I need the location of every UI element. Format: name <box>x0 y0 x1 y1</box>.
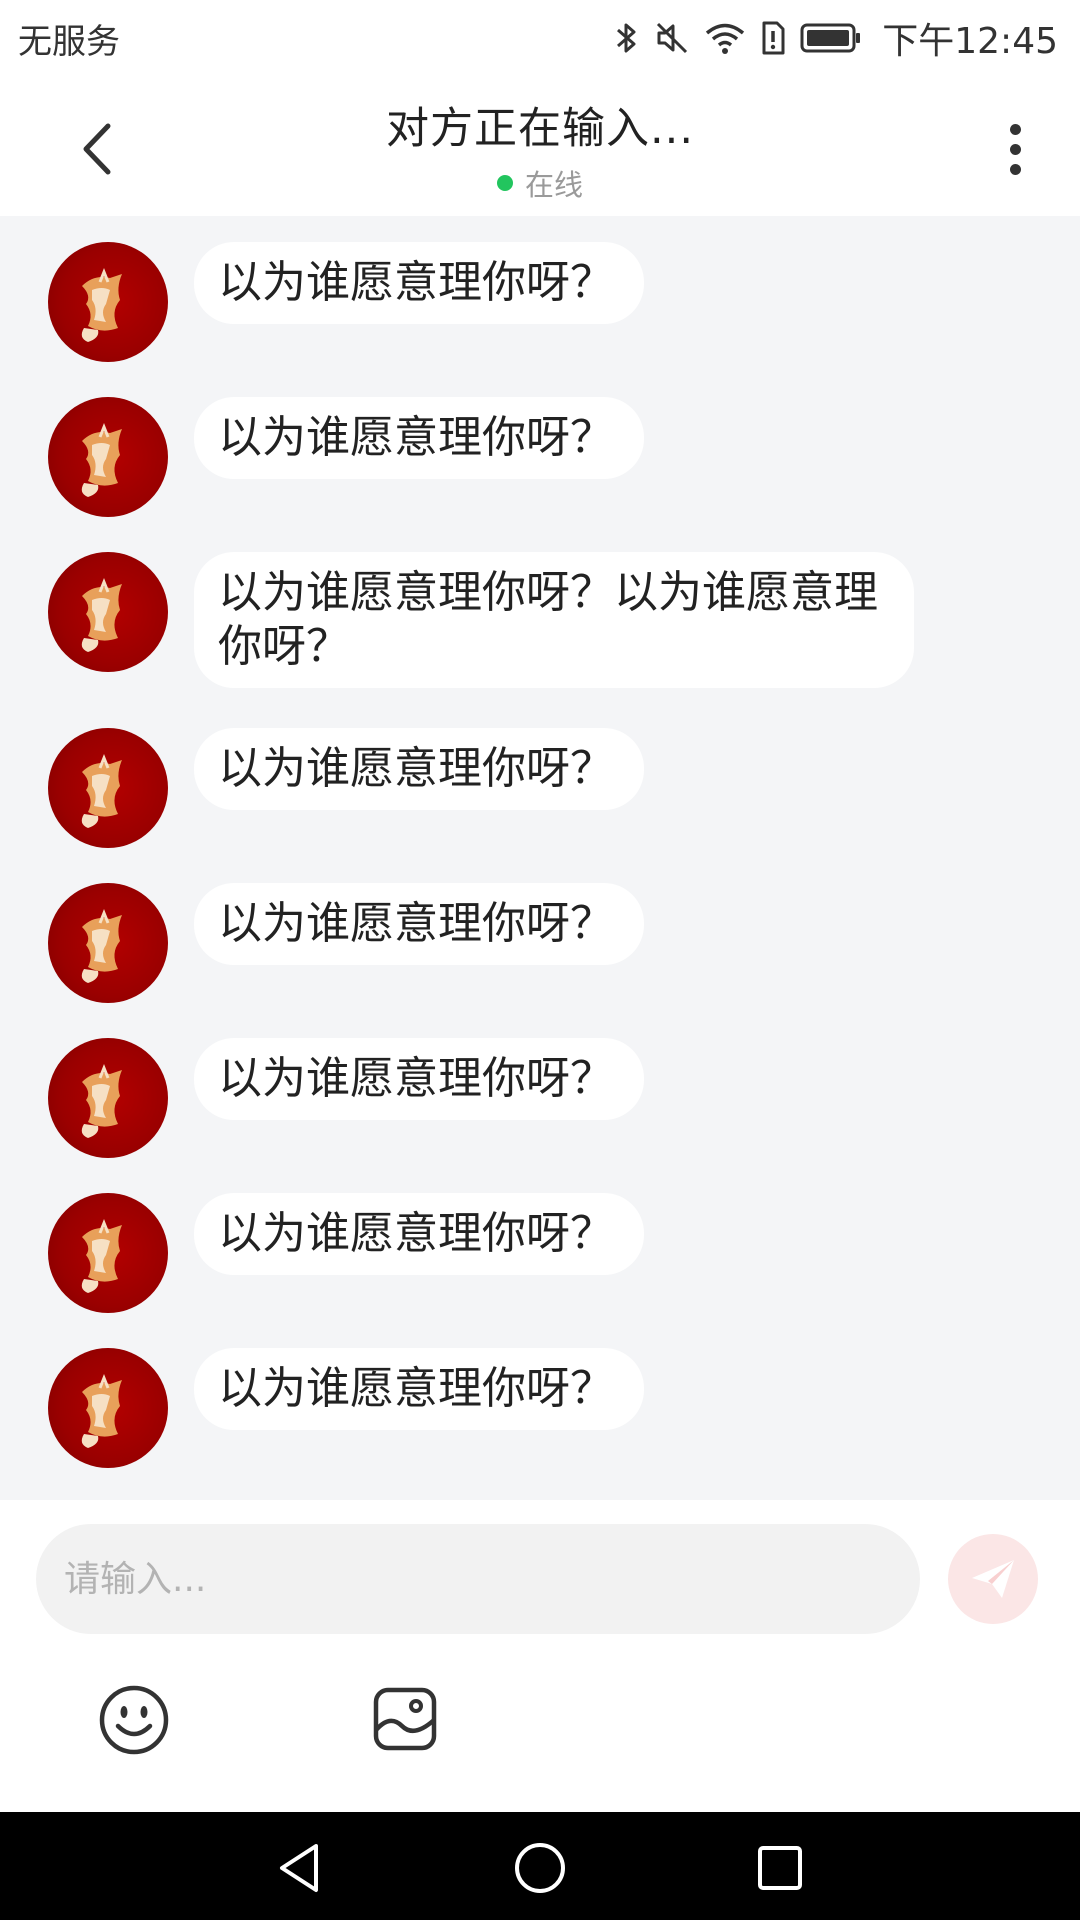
status-icons: 下午12:45 <box>614 12 1058 64</box>
avatar[interactable] <box>48 1038 168 1158</box>
avatar[interactable] <box>48 728 168 848</box>
more-dot <box>1009 163 1021 175</box>
recents-square-icon <box>758 1846 802 1890</box>
online-status-label: 在线 <box>524 168 583 202</box>
message-item: 以为谁愿意理你呀？ <box>48 883 644 1003</box>
back-triangle-icon <box>280 1844 318 1892</box>
wifi-icon <box>704 20 746 56</box>
message-bubble[interactable]: 以为谁愿意理你呀？ <box>194 728 644 810</box>
avatar[interactable] <box>48 1348 168 1468</box>
message-item: 以为谁愿意理你呀？ <box>48 728 644 848</box>
system-nav-bar <box>0 1812 1080 1920</box>
carrier-label: 无服务 <box>18 21 120 62</box>
chat-screen: 无服务 下午12:45 对方正在输入... 在线 以为谁愿意理你呀？ 以为谁愿意… <box>0 0 1080 1920</box>
sim-alert-icon <box>760 20 786 56</box>
avatar[interactable] <box>48 397 168 517</box>
avatar[interactable] <box>48 883 168 1003</box>
more-dot <box>1009 143 1021 155</box>
chat-header: 对方正在输入... 在线 <box>0 76 1080 216</box>
avatar[interactable] <box>48 1193 168 1313</box>
nav-back-button[interactable] <box>270 1838 330 1898</box>
message-bubble[interactable]: 以为谁愿意理你呀？ <box>194 397 644 479</box>
more-dot <box>1009 123 1021 135</box>
emoji-button[interactable] <box>98 1684 170 1756</box>
message-item: 以为谁愿意理你呀？ <box>48 1348 644 1468</box>
avatar[interactable] <box>48 552 168 672</box>
more-options-button[interactable] <box>990 116 1040 182</box>
status-bar: 无服务 下午12:45 <box>0 0 1080 76</box>
mute-icon <box>654 20 690 56</box>
emoji-icon <box>99 1685 169 1755</box>
image-button[interactable] <box>372 1686 438 1752</box>
online-dot <box>496 175 513 191</box>
header-center: 对方正在输入... 在线 <box>0 94 1080 204</box>
composer-panel <box>0 1500 1080 1812</box>
home-circle-icon <box>515 1843 565 1893</box>
message-input[interactable] <box>36 1524 920 1634</box>
message-item: 以为谁愿意理你呀？ <box>48 1193 644 1313</box>
message-bubble[interactable]: 以为谁愿意理你呀？ <box>194 1038 644 1120</box>
nav-recents-button[interactable] <box>750 1838 810 1898</box>
send-button[interactable] <box>948 1534 1038 1624</box>
battery-icon <box>800 22 862 54</box>
chat-title: 对方正在输入... <box>385 104 694 154</box>
message-item: 以为谁愿意理你呀？以为谁愿意理你呀？ <box>48 552 914 688</box>
message-bubble[interactable]: 以为谁愿意理你呀？ <box>194 883 644 965</box>
online-status: 在线 <box>0 162 1080 204</box>
message-item: 以为谁愿意理你呀？ <box>48 242 644 362</box>
message-bubble[interactable]: 以为谁愿意理你呀？以为谁愿意理你呀？ <box>194 552 914 688</box>
send-icon <box>972 1560 1014 1598</box>
avatar[interactable] <box>48 242 168 362</box>
nav-home-button[interactable] <box>510 1838 570 1898</box>
message-item: 以为谁愿意理你呀？ <box>48 1038 644 1158</box>
message-bubble[interactable]: 以为谁愿意理你呀？ <box>194 1348 644 1430</box>
message-list[interactable]: 以为谁愿意理你呀？ 以为谁愿意理你呀？ 以为谁愿意理你呀？以为谁愿意理你呀？ 以… <box>0 216 1080 1500</box>
message-bubble[interactable]: 以为谁愿意理你呀？ <box>194 242 644 324</box>
clock: 下午12:45 <box>882 21 1058 62</box>
bluetooth-icon <box>614 20 640 56</box>
message-item: 以为谁愿意理你呀？ <box>48 397 644 517</box>
image-icon <box>373 1687 437 1751</box>
message-bubble[interactable]: 以为谁愿意理你呀？ <box>194 1193 644 1275</box>
